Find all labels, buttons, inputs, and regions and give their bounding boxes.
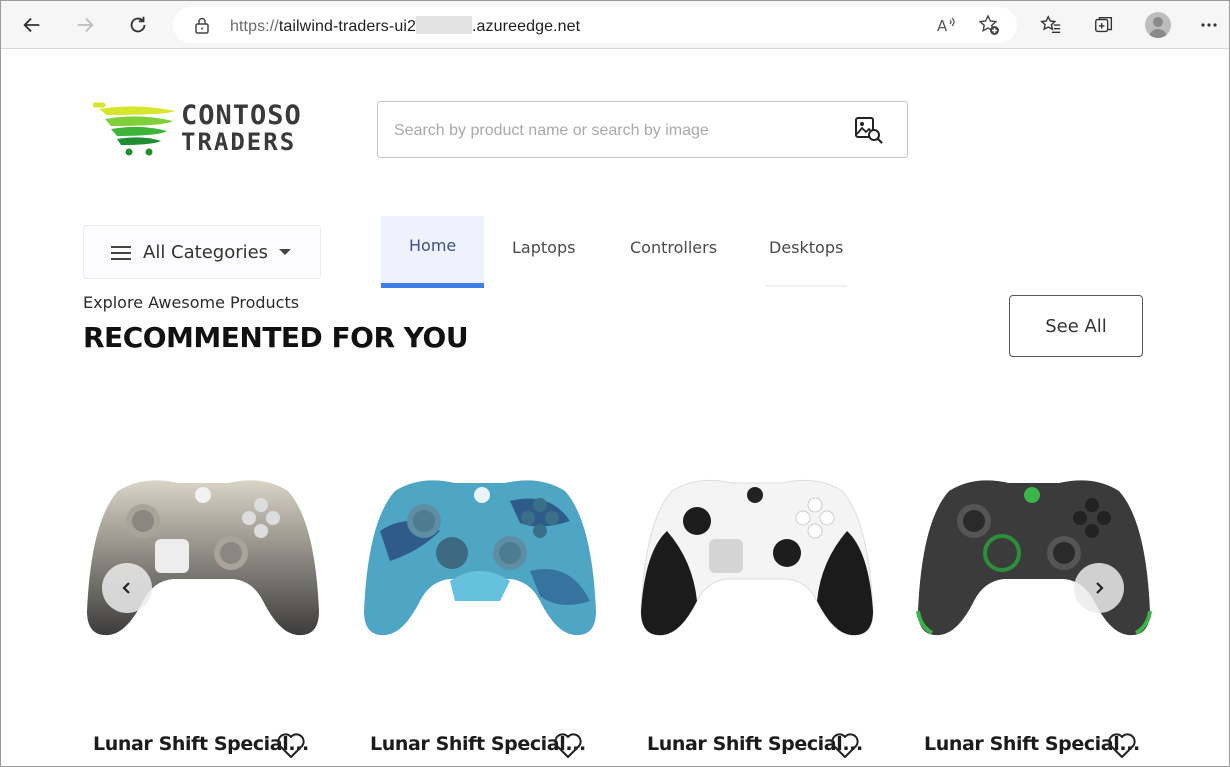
chevron-right-icon <box>1096 582 1104 594</box>
product-card[interactable]: Lunar Shift Special... <box>360 461 610 761</box>
heart-icon[interactable] <box>276 732 306 760</box>
more-menu-icon[interactable] <box>1197 11 1221 39</box>
avatar-head <box>1153 17 1163 27</box>
browser-toolbar: https://tailwind-traders-ui2 .azureedge.n… <box>1 1 1229 49</box>
logo-line-contoso: CONTOSO <box>181 100 302 131</box>
product-card[interactable]: Lunar Shift Special... <box>914 461 1164 761</box>
collections-button[interactable] <box>1091 12 1117 38</box>
profile-avatar[interactable] <box>1145 12 1171 38</box>
refresh-icon <box>130 16 146 33</box>
refresh-button[interactable] <box>122 9 154 41</box>
controller-product-image <box>916 480 1152 636</box>
back-arrow-icon <box>23 17 40 33</box>
tab-desktops-label: Desktops <box>769 238 844 257</box>
controller-product-image <box>87 480 319 636</box>
tab-divider <box>765 285 847 287</box>
heart-icon[interactable] <box>830 732 860 760</box>
all-categories-dropdown[interactable]: All Categories <box>83 225 321 279</box>
tab-controllers[interactable]: Controllers <box>630 216 730 288</box>
logo-line-traders: TRADERS <box>181 128 297 156</box>
hamburger-menu-icon <box>111 246 131 260</box>
active-tab-indicator <box>381 283 484 288</box>
read-aloud-icon[interactable]: A <box>935 14 957 36</box>
controller-product-image <box>640 479 874 636</box>
product-card[interactable]: Lunar Shift Special... <box>637 461 887 761</box>
heart-icon[interactable] <box>1107 732 1137 760</box>
favorites-button[interactable] <box>1038 12 1064 38</box>
carousel-next-button[interactable] <box>1074 563 1124 613</box>
chevron-left-icon <box>122 582 130 594</box>
svg-text:A: A <box>937 17 948 35</box>
caret-down-icon <box>279 249 291 255</box>
url-text: https://tailwind-traders-ui2 .azureedge.n… <box>230 16 580 36</box>
search-box <box>377 101 908 158</box>
url-scheme: https:// <box>230 18 279 35</box>
lock-icon <box>195 17 209 34</box>
tab-home[interactable]: Home <box>381 216 484 288</box>
back-button[interactable] <box>16 9 48 41</box>
url-host-start: tailwind-traders-ui2 <box>278 18 416 35</box>
tab-desktops[interactable]: Desktops <box>769 216 859 288</box>
avatar-body <box>1149 29 1167 38</box>
forward-arrow-icon <box>77 17 94 33</box>
see-all-button[interactable]: See All <box>1009 295 1143 357</box>
logo-wordmark: CONTOSO TRADERS <box>181 100 302 156</box>
contoso-traders-logo[interactable]: CONTOSO TRADERS <box>92 99 308 159</box>
section-title: RECOMMENTED FOR YOU <box>83 321 469 354</box>
url-host-end: .azureedge.net <box>472 18 581 35</box>
section-subtitle: Explore Awesome Products <box>83 293 300 312</box>
tab-controllers-label: Controllers <box>630 238 718 257</box>
search-input[interactable] <box>394 119 834 143</box>
favorites-icon <box>1040 15 1061 34</box>
tab-laptops[interactable]: Laptops <box>512 216 592 288</box>
image-search-icon[interactable] <box>854 115 884 145</box>
tab-laptops-label: Laptops <box>512 238 576 257</box>
address-bar[interactable]: https://tailwind-traders-ui2 .azureedge.n… <box>173 7 1017 43</box>
add-favorite-icon[interactable] <box>978 14 1000 36</box>
tab-home-label: Home <box>409 236 457 255</box>
forward-button[interactable] <box>69 9 101 41</box>
shopping-cart-logo-icon <box>92 102 175 156</box>
collections-icon <box>1095 16 1113 33</box>
carousel-prev-button[interactable] <box>102 563 152 613</box>
url-redaction <box>416 16 472 34</box>
heart-icon[interactable] <box>553 732 583 760</box>
all-categories-label: All Categories <box>143 242 269 263</box>
controller-product-image <box>364 480 596 636</box>
